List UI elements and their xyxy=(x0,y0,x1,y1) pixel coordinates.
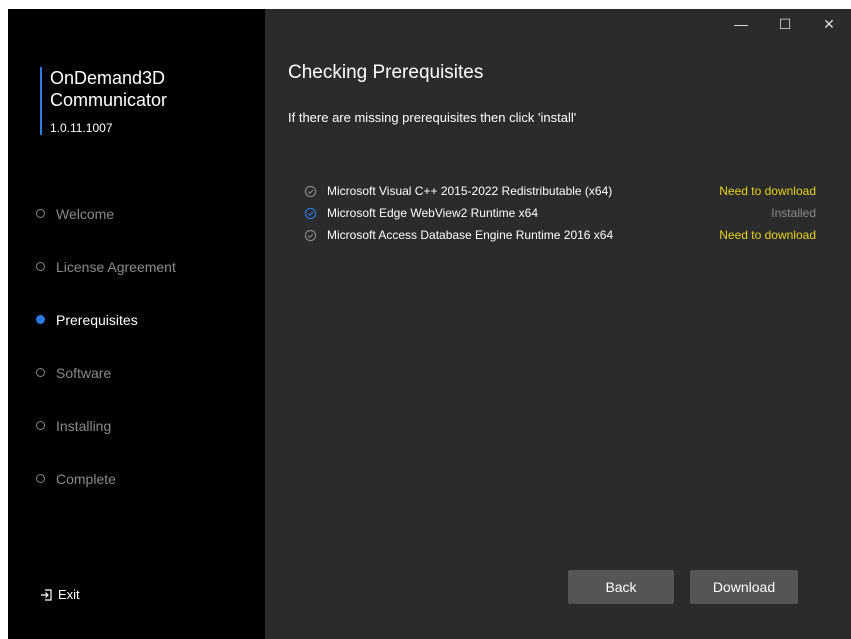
step-indicator-icon xyxy=(36,474,45,483)
exit-button[interactable]: Exit xyxy=(40,587,80,602)
download-label: Download xyxy=(712,579,776,595)
title-bar-controls: — ☐ ✕ xyxy=(719,9,851,39)
check-circle-icon xyxy=(304,207,317,219)
step-software: Software xyxy=(36,346,176,399)
page-title: Checking Prerequisites xyxy=(288,62,484,83)
prerequisite-list: Microsoft Visual C++ 2015-2022 Redistrib… xyxy=(304,180,816,246)
step-list: Welcome License Agreement Prerequisites … xyxy=(36,187,176,505)
app-version: 1.0.11.1007 xyxy=(50,121,113,135)
step-label: Installing xyxy=(56,417,112,434)
prerequisite-name: Microsoft Access Database Engine Runtime… xyxy=(327,228,614,242)
close-button[interactable]: ✕ xyxy=(807,9,851,39)
step-label: Prerequisites xyxy=(56,311,138,328)
page-subtitle: If there are missing prerequisites then … xyxy=(288,110,577,125)
close-icon: ✕ xyxy=(823,15,835,32)
maximize-button[interactable]: ☐ xyxy=(763,9,807,39)
app-name: OnDemand3D Communicator xyxy=(50,68,168,110)
step-label: License Agreement xyxy=(56,258,176,275)
exit-icon xyxy=(41,588,52,601)
minimize-icon: — xyxy=(734,16,748,32)
download-button[interactable]: Download xyxy=(690,570,798,604)
step-prerequisites: Prerequisites xyxy=(36,293,176,346)
step-indicator-icon xyxy=(36,209,45,218)
step-complete: Complete xyxy=(36,452,176,505)
step-label: Welcome xyxy=(56,205,115,222)
check-circle-icon xyxy=(304,229,317,241)
prerequisite-status: Installed xyxy=(771,206,816,220)
step-indicator-icon xyxy=(36,262,45,271)
check-circle-icon xyxy=(304,185,317,197)
step-indicator-icon xyxy=(36,368,45,377)
step-welcome: Welcome xyxy=(36,187,176,240)
prerequisite-status: Need to download xyxy=(719,228,816,242)
step-indicator-icon xyxy=(36,421,45,430)
maximize-icon: ☐ xyxy=(778,15,792,32)
minimize-button[interactable]: — xyxy=(719,9,763,39)
step-label: Complete xyxy=(56,470,116,487)
prerequisite-name: Microsoft Visual C++ 2015-2022 Redistrib… xyxy=(327,184,613,198)
step-license-agreement: License Agreement xyxy=(36,240,176,293)
exit-label: Exit xyxy=(58,587,80,602)
brand: OnDemand3D Communicator 1.0.11.1007 xyxy=(40,67,250,135)
sidebar: OnDemand3D Communicator 1.0.11.1007 Welc… xyxy=(8,9,265,639)
prerequisite-name: Microsoft Edge WebView2 Runtime x64 xyxy=(327,206,538,220)
back-label: Back xyxy=(605,579,637,595)
back-button[interactable]: Back xyxy=(568,570,674,604)
step-label: Software xyxy=(56,364,112,381)
prerequisite-row: Microsoft Visual C++ 2015-2022 Redistrib… xyxy=(304,180,816,202)
step-installing: Installing xyxy=(36,399,176,452)
step-indicator-icon xyxy=(36,315,45,324)
prerequisite-status: Need to download xyxy=(719,184,816,198)
prerequisite-row: Microsoft Edge WebView2 Runtime x64 Inst… xyxy=(304,202,816,224)
installer-window: OnDemand3D Communicator 1.0.11.1007 Welc… xyxy=(8,9,851,639)
prerequisite-row: Microsoft Access Database Engine Runtime… xyxy=(304,224,816,246)
